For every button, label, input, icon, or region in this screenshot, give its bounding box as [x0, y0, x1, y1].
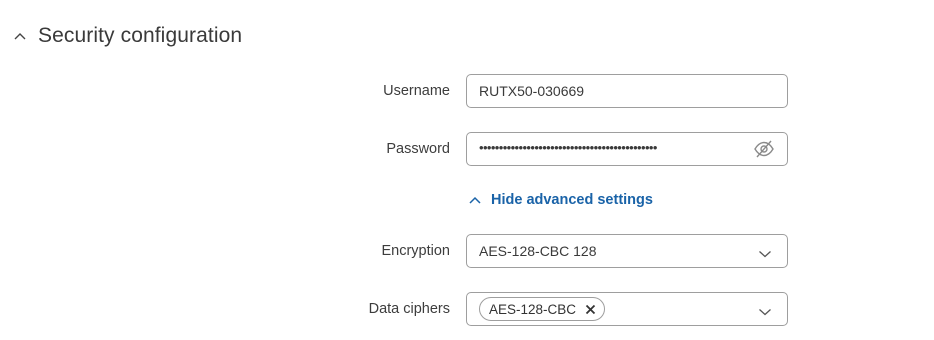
eye-off-icon[interactable] — [753, 139, 775, 159]
chevron-up-icon — [469, 194, 483, 206]
username-value[interactable]: RUTX50-030669 — [479, 75, 584, 107]
password-value[interactable]: ••••••••••••••••••••••••••••••••••••••••… — [479, 133, 719, 165]
encryption-select[interactable]: AES-128-CBC 128 — [466, 234, 788, 268]
hide-advanced-settings-link[interactable]: Hide advanced settings — [469, 189, 653, 211]
encryption-label: Encryption — [381, 243, 450, 259]
password-field[interactable]: ••••••••••••••••••••••••••••••••••••••••… — [466, 132, 788, 166]
cipher-chip-label: AES-128-CBC — [489, 301, 577, 317]
username-field[interactable]: RUTX50-030669 — [466, 74, 788, 108]
chevron-up-icon — [14, 29, 28, 43]
hide-advanced-settings-label: Hide advanced settings — [491, 192, 653, 208]
encryption-value: AES-128-CBC 128 — [479, 243, 597, 259]
password-label: Password — [386, 141, 450, 157]
cipher-chip: AES-128-CBC — [479, 297, 606, 321]
username-label: Username — [383, 83, 450, 99]
section-title: Security configuration — [38, 24, 243, 47]
close-icon[interactable] — [585, 304, 596, 315]
chevron-down-icon[interactable] — [758, 246, 772, 258]
data-ciphers-row: Data ciphers AES-128-CBC — [0, 292, 934, 326]
data-ciphers-label: Data ciphers — [368, 301, 450, 317]
data-ciphers-multiselect[interactable]: AES-128-CBC — [466, 292, 788, 326]
encryption-row: Encryption AES-128-CBC 128 — [0, 234, 934, 268]
password-row: Password •••••••••••••••••••••••••••••••… — [0, 132, 934, 166]
section-header[interactable]: Security configuration — [14, 20, 242, 52]
security-configuration-page: Security configuration Username RUTX50-0… — [0, 0, 934, 340]
username-row: Username RUTX50-030669 — [0, 74, 934, 108]
chevron-down-icon[interactable] — [758, 304, 772, 316]
